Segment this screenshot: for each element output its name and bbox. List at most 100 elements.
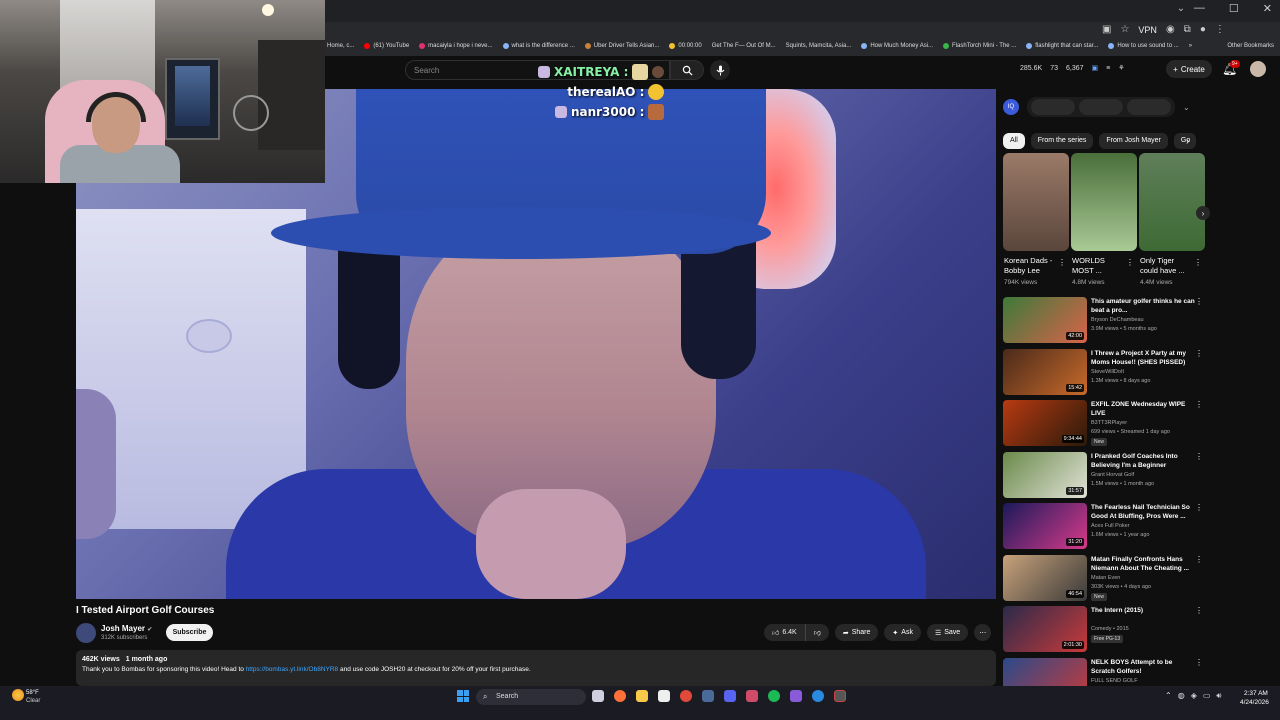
bookmarks-overflow-icon[interactable]: » xyxy=(1189,43,1192,49)
recommended-channel[interactable]: Aces Full Poker xyxy=(1091,523,1130,529)
edge-icon[interactable] xyxy=(812,690,824,702)
filter-icon[interactable]: ≡ xyxy=(1106,65,1110,72)
recommended-channel[interactable]: FULL SEND GOLF xyxy=(1091,678,1138,684)
short-thumbnail[interactable] xyxy=(1139,153,1205,251)
obs-icon[interactable] xyxy=(834,690,846,702)
recommended-title[interactable]: Matan Finally Confronts Hans Niemann Abo… xyxy=(1091,555,1197,573)
clock-time[interactable]: 2:37 AM xyxy=(1244,690,1268,697)
extension-icon[interactable]: ◉ xyxy=(1166,24,1175,35)
like-button[interactable]: 👍︎ 6.4K xyxy=(764,624,806,641)
recommended-title[interactable]: EXFIL ZONE Wednesday WIPE LIVE xyxy=(1091,400,1197,418)
more-vertical-icon[interactable]: ⋮ xyxy=(1195,452,1203,461)
create-button[interactable]: + Create xyxy=(1166,60,1212,78)
short-title[interactable]: Only Tiger could have ... xyxy=(1140,256,1192,276)
clock-date[interactable]: 4/24/2026 xyxy=(1240,699,1269,706)
recommended-channel[interactable]: Comedy • 2015 xyxy=(1091,626,1129,632)
more-vertical-icon[interactable]: ⋮ xyxy=(1194,258,1202,267)
display-icon[interactable]: ▭ xyxy=(1203,691,1211,701)
tray-app-icon[interactable]: ◍ xyxy=(1178,691,1185,701)
chevron-down-icon[interactable]: ⌄ xyxy=(1183,103,1190,112)
tab-list-chevron-icon[interactable]: ⌄ xyxy=(1174,3,1188,17)
short-title[interactable]: Korean Dads - Bobby Lee xyxy=(1004,256,1056,276)
video-thumbnail[interactable]: 15:42 xyxy=(1003,348,1087,395)
short-title[interactable]: WORLDS MOST ... xyxy=(1072,256,1124,276)
recommended-title[interactable]: I Pranked Golf Coaches Into Believing I'… xyxy=(1091,452,1197,470)
chrome-icon[interactable] xyxy=(680,690,692,702)
recommended-title[interactable]: NELK BOYS Attempt to be Scratch Golfers! xyxy=(1091,658,1197,676)
account-avatar[interactable] xyxy=(1250,61,1266,77)
video-thumbnail[interactable]: 42:00 xyxy=(1003,297,1087,343)
bookmark-item[interactable]: 00:00:00 xyxy=(669,43,702,49)
more-vertical-icon[interactable]: ⋮ xyxy=(1058,258,1066,267)
channel-avatar[interactable] xyxy=(76,623,96,643)
more-vertical-icon[interactable]: ⋮ xyxy=(1195,349,1203,358)
video-thumbnail[interactable]: 9:34:44 xyxy=(1003,400,1087,446)
bookmark-item[interactable]: macaiyla i hope i neve... xyxy=(419,43,493,49)
ask-button[interactable]: ✦ Ask xyxy=(884,624,921,641)
video-thumbnail[interactable]: 2:01:30 xyxy=(1003,606,1087,652)
file-explorer-icon[interactable] xyxy=(636,690,648,702)
plugin-icon[interactable]: ⚘ xyxy=(1118,64,1124,72)
channel-name[interactable]: Josh Mayer ✔ xyxy=(101,624,152,633)
profile-icon[interactable]: ● xyxy=(1200,24,1206,35)
more-vertical-icon[interactable]: ⋮ xyxy=(1126,258,1134,267)
save-button[interactable]: ☰ Save xyxy=(926,624,969,641)
recommended-video[interactable]: 2:01:30 The Intern (2015) Comedy • 2015 Fre… xyxy=(1003,606,1209,654)
recommended-title[interactable]: The Fearless Nail Technician So Good At … xyxy=(1091,503,1197,521)
search-button[interactable] xyxy=(670,60,704,80)
recommended-title[interactable]: The Intern (2015) xyxy=(1091,606,1197,615)
discord-icon[interactable] xyxy=(724,690,736,702)
bookmark-item[interactable]: Squints, Mamcita, Asia... xyxy=(786,43,852,49)
chip-all[interactable]: All xyxy=(1003,133,1025,149)
video-thumbnail[interactable]: 46:54 xyxy=(1003,554,1087,601)
bookmark-star-icon[interactable]: ☆ xyxy=(1120,24,1129,35)
recommended-video[interactable]: 42:00 This amateur golfer thinks he can b… xyxy=(1003,297,1209,345)
recommended-channel[interactable]: Bryson DeChambeau xyxy=(1091,317,1144,323)
chevron-right-icon[interactable]: › xyxy=(1186,136,1189,147)
bookmark-item[interactable]: How Much Money Asi... xyxy=(861,43,933,49)
task-view-icon[interactable] xyxy=(592,690,604,702)
taskbar-search[interactable]: Search xyxy=(476,689,586,705)
start-button[interactable] xyxy=(457,690,469,702)
firefox-icon[interactable] xyxy=(614,690,626,702)
more-vertical-icon[interactable]: ⋮ xyxy=(1195,658,1203,667)
more-actions-button[interactable]: ⋯ xyxy=(974,624,992,641)
chip-golf[interactable]: Go xyxy=(1173,133,1196,149)
bookmark-item[interactable]: flashlight that can star... xyxy=(1026,43,1098,49)
app-icon[interactable] xyxy=(790,690,802,702)
recommended-video[interactable]: 31:57 I Pranked Golf Coaches Into Believi… xyxy=(1003,451,1209,500)
short-thumbnail[interactable] xyxy=(1003,153,1069,251)
more-vertical-icon[interactable]: ⋮ xyxy=(1195,555,1203,564)
recommended-channel[interactable]: SteveWillDoIt xyxy=(1091,369,1124,375)
cast-icon[interactable]: ▣ xyxy=(1102,24,1111,35)
subscribe-button[interactable]: Subscribe xyxy=(166,624,213,641)
bookmark-item[interactable]: How to use sound to ... xyxy=(1108,43,1179,49)
spotify-icon[interactable] xyxy=(768,690,780,702)
extension-logo-icon[interactable]: IQ xyxy=(1003,99,1019,115)
bookmark-item[interactable]: what is the difference ... xyxy=(502,43,575,49)
ea-icon[interactable] xyxy=(746,690,758,702)
bookmark-item[interactable]: (61) YouTube xyxy=(364,43,409,49)
chip-from-channel[interactable]: From Josh Mayer xyxy=(1099,133,1168,149)
dislike-button[interactable]: 👎︎ xyxy=(806,624,829,641)
recommended-channel[interactable]: B3TT3RPlayer xyxy=(1091,420,1127,426)
capcut-icon[interactable] xyxy=(658,690,670,702)
bookmark-item[interactable]: e Home, c... xyxy=(322,43,354,49)
voice-search-button[interactable] xyxy=(710,60,730,80)
speaker-icon[interactable]: 🔊︎ xyxy=(1216,691,1221,701)
other-bookmarks[interactable]: Other Bookmarks xyxy=(1227,43,1274,49)
video-thumbnail[interactable]: 31:20 xyxy=(1003,503,1087,549)
bookmark-item[interactable]: Uber Driver Tells Asian... xyxy=(584,43,659,49)
vpn-button[interactable]: VPN xyxy=(1138,25,1157,35)
recommended-channel[interactable]: Matan Even xyxy=(1091,575,1120,581)
close-icon[interactable]: ✕ xyxy=(1263,2,1272,15)
minimize-icon[interactable]: — xyxy=(1194,2,1205,15)
description-link[interactable]: https://bombas.yt.link/Ob8NYR8 xyxy=(246,666,339,673)
maximize-icon[interactable]: ☐ xyxy=(1229,2,1239,15)
browser-menu-icon[interactable]: ⋮ xyxy=(1215,24,1225,35)
weather-icon[interactable] xyxy=(12,689,24,701)
more-vertical-icon[interactable]: ⋮ xyxy=(1195,297,1203,306)
recommended-channel[interactable]: Grant Horvat Golf xyxy=(1091,472,1134,478)
puzzle-icon[interactable]: ⧉ xyxy=(1184,24,1191,35)
chip-from-series[interactable]: From the series xyxy=(1030,133,1094,149)
